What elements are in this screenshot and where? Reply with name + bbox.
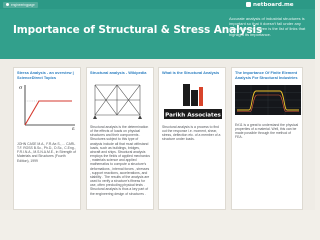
board-tag[interactable]: engineeringpage xyxy=(3,1,38,8)
page-description: Accurate analysis of industrial structur… xyxy=(229,16,306,37)
card-title-link[interactable]: What is the Structural Analysis xyxy=(162,70,222,76)
link-card[interactable]: What is the Structural Analysis Parikh A… xyxy=(158,67,226,210)
truss-diagram-image xyxy=(90,77,145,122)
board-tag-label: engineeringpage xyxy=(11,2,35,7)
logo-mark-icon xyxy=(246,2,251,7)
card-description: Structural analysis is the determination… xyxy=(90,125,150,196)
card-title-link[interactable]: Stress Analysis - an overview | ScienceD… xyxy=(17,70,77,80)
graph-x-label: ε xyxy=(72,126,75,131)
card-description: JOHN CASE M.A., F.R.Ae.S., ... CARL T.F.… xyxy=(17,142,76,163)
card-description: Structural analysis is a process to find… xyxy=(162,125,221,142)
link-card[interactable]: Structural analysis - Wikipedia Structur… xyxy=(86,67,154,210)
fea-graph-image xyxy=(235,85,301,115)
link-card[interactable]: Stress Analysis - an overview | ScienceD… xyxy=(13,67,81,210)
card-description: Eri11 is a great to understand the physi… xyxy=(235,123,299,140)
tag-icon xyxy=(6,3,9,6)
parikh-associates-logo-image: Parikh Associates xyxy=(162,81,224,121)
hero-banner: Importance of Structural & Stress Analys… xyxy=(0,9,315,59)
netboard-logo[interactable]: netboard.me xyxy=(246,1,294,8)
page-title: Importance of Structural & Stress Analys… xyxy=(13,24,263,36)
stress-strain-graph-image: σ ε xyxy=(17,81,79,131)
netboard-logo-text: netboard.me xyxy=(253,1,294,8)
link-card[interactable]: The Importance Of Finite Element Analysi… xyxy=(231,67,303,210)
logo-wordmark: Parikh Associates xyxy=(165,113,221,119)
graph-y-label: σ xyxy=(19,85,23,91)
card-title-link[interactable]: Structural analysis - Wikipedia xyxy=(90,70,150,76)
card-title-link[interactable]: The Importance Of Finite Element Analysi… xyxy=(235,70,299,80)
top-bar: engineeringpage netboard.me xyxy=(0,0,315,9)
